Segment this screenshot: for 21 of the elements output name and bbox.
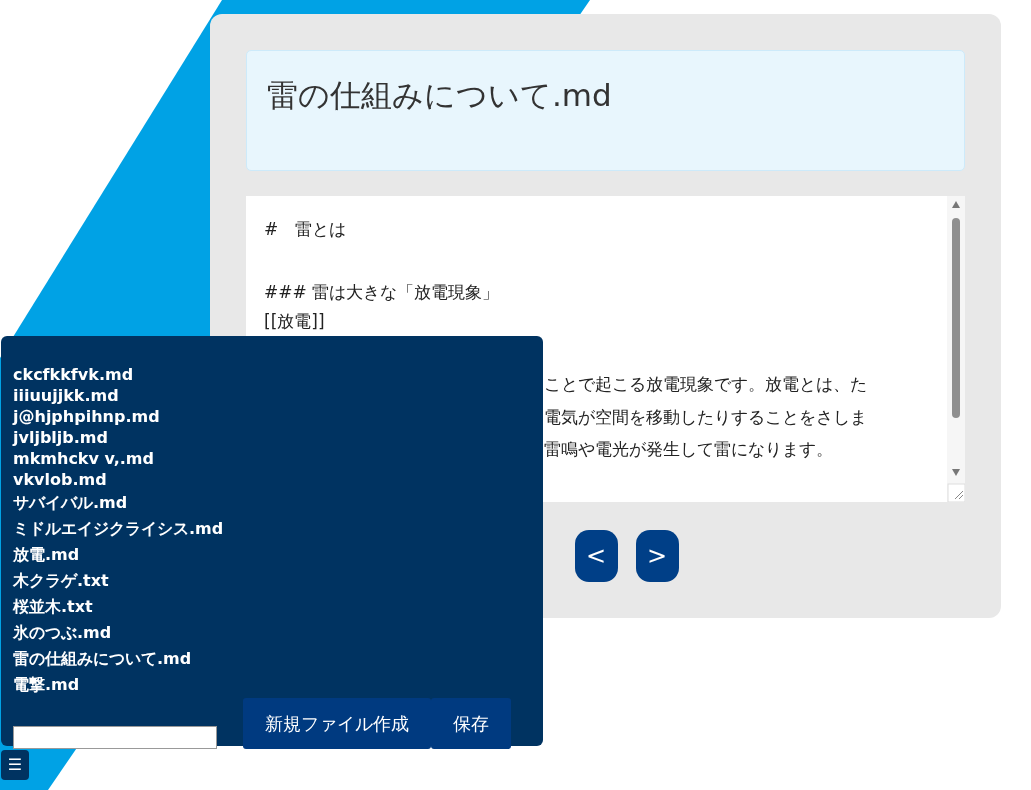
- text-line: 雷鳴や電光が発生して雷になります。: [544, 438, 833, 461]
- file-item[interactable]: 桜並木.txt: [13, 594, 531, 620]
- menu-button[interactable]: ☰: [1, 750, 29, 780]
- new-file-button[interactable]: 新規ファイル作成: [243, 698, 431, 749]
- file-item[interactable]: 電撃.md: [13, 672, 531, 698]
- text-line: # 雷とは: [264, 218, 348, 241]
- file-item[interactable]: 木クラゲ.txt: [13, 568, 531, 594]
- file-item[interactable]: 氷のつぶ.md: [13, 620, 531, 646]
- next-button[interactable]: >: [635, 530, 679, 582]
- document-title: 雷の仕組みについて.md: [267, 77, 613, 115]
- scrollbar[interactable]: [947, 196, 965, 502]
- text-line: ことで起こる放電現象です。放電とは、た: [544, 373, 867, 396]
- save-button[interactable]: 保存: [431, 698, 511, 749]
- filename-input[interactable]: [13, 726, 217, 749]
- file-item[interactable]: 放電.md: [13, 542, 531, 568]
- text-line: ### 雷は大きな「放電現象」: [264, 280, 501, 304]
- previous-button[interactable]: <: [574, 530, 618, 582]
- text-line: [[放電]]: [264, 310, 326, 333]
- text-line: 電気が空間を移動したりすることをさしま: [544, 405, 867, 429]
- file-item[interactable]: ミドルエイジクライシス.md: [13, 516, 531, 542]
- file-item[interactable]: 雷の仕組みについて.md: [13, 646, 531, 672]
